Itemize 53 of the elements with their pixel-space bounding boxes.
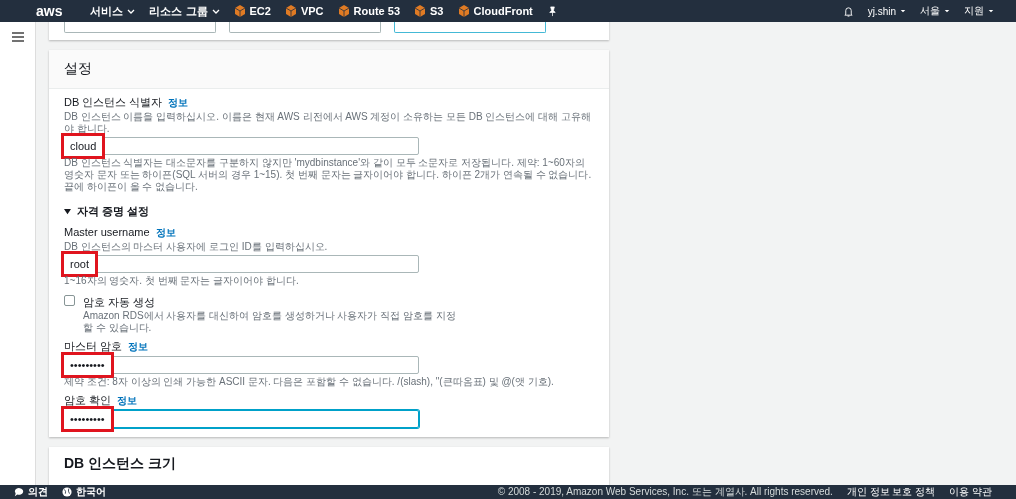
cube-icon [337, 5, 350, 17]
field-label: 마스터 암호 [64, 339, 123, 354]
language-selector[interactable]: 한국어 [62, 485, 106, 499]
option-tile[interactable] [394, 22, 546, 33]
checkbox-label: 암호 자동 생성 [83, 296, 156, 308]
input-field[interactable] [64, 22, 216, 33]
cube-icon [414, 5, 427, 17]
footer-link[interactable]: 개인 정보 보호 정책 [846, 485, 936, 499]
info-link[interactable]: 정보 [155, 226, 176, 240]
bell-icon[interactable] [842, 5, 854, 17]
nav-menu[interactable]: 서울 [920, 4, 950, 18]
copyright-text: © 2008 - 2019, Amazon Web Services, Inc. 또는 계열사. All rights reserved. [497, 485, 833, 499]
feedback-link[interactable]: 의견 [14, 485, 48, 499]
field-description: Amazon RDS에서 사용자를 대신하여 암호를 생성하거나 사용자가 직접 암호를 지정할 수 있습니다. [83, 310, 457, 334]
cube-icon [284, 5, 297, 17]
service-shortcut[interactable]: Route 53 [337, 5, 401, 17]
section-title: 설정 [49, 50, 609, 89]
info-link[interactable]: 정보 [128, 340, 149, 354]
triangle-icon [64, 208, 71, 215]
service-shortcut[interactable]: S3 [414, 5, 444, 17]
service-shortcut[interactable]: EC2 [233, 5, 271, 17]
field-description: DB 인스턴스의 마스터 사용자에 로그인 ID를 입력하십시오. [64, 241, 329, 253]
footer-link[interactable]: 이용 약관 [949, 485, 992, 499]
field-label: 암호 확인 [64, 393, 112, 408]
section-toggle[interactable]: 자격 증명 설정 [64, 198, 594, 221]
pin-icon[interactable] [546, 5, 558, 17]
input-field[interactable] [229, 22, 381, 33]
caret-icon [127, 8, 136, 14]
caret-icon [988, 9, 994, 13]
nav-menu[interactable]: 지원 [964, 4, 994, 18]
section-title: DB 인스턴스 크기 [63, 454, 177, 473]
field-label: Master username [64, 226, 150, 238]
speech-bubble-icon [14, 487, 24, 497]
service-shortcut[interactable]: VPC [284, 5, 324, 17]
field-description: DB 인스턴스 이름을 입력하십시오. 이름은 현재 AWS 리전에서 AWS 계정이 소유하는 모든 DB 인스턴스에 대해 고유해야 합니다. [64, 111, 593, 135]
caret-icon [211, 8, 220, 14]
info-link[interactable]: 정보 [117, 394, 138, 408]
field-constraint: 1~16자의 영숫자. 첫 번째 문자는 글자이어야 합니다. [64, 275, 300, 287]
field-constraint: 제약 조건: 8자 이상의 인쇄 가능한 ASCII 문자. 다음은 포함할 수 없습니다. /(slash), "(큰따옴표) 및 @(앳 기호). [64, 376, 555, 388]
aws-logo[interactable]: aws [36, 3, 63, 19]
caret-icon [944, 9, 950, 13]
caret-icon [900, 9, 906, 13]
nav-menu[interactable]: 리소스 그룹 [149, 3, 220, 19]
nav-menu[interactable]: 서비스 [90, 3, 136, 19]
checkbox[interactable] [64, 295, 75, 306]
cube-icon [233, 5, 246, 17]
field-constraint: DB 인스턴스 식별자는 대소문자를 구분하지 않지만 'mydbinstance'와 같이 모두 소문자로 저장됩니다. 제약: 1~60자의 영숫자 문자 또는 하이픈(SQL 서버의 경우 1~15). 첫 번째 문자는 글자이어야 합니다. 하이픈 2개가 연속될 수 없습니다. 끝에 하이픈이 올 수 없습니다. [64, 157, 593, 193]
menu-icon[interactable] [11, 32, 24, 42]
nav-menu[interactable]: yj.shin [867, 5, 906, 17]
field-label: DB 인스턴스 식별자 [64, 95, 163, 110]
info-link[interactable]: 정보 [168, 96, 189, 110]
service-shortcut[interactable]: CloudFront [457, 5, 533, 17]
cube-icon [457, 5, 470, 17]
